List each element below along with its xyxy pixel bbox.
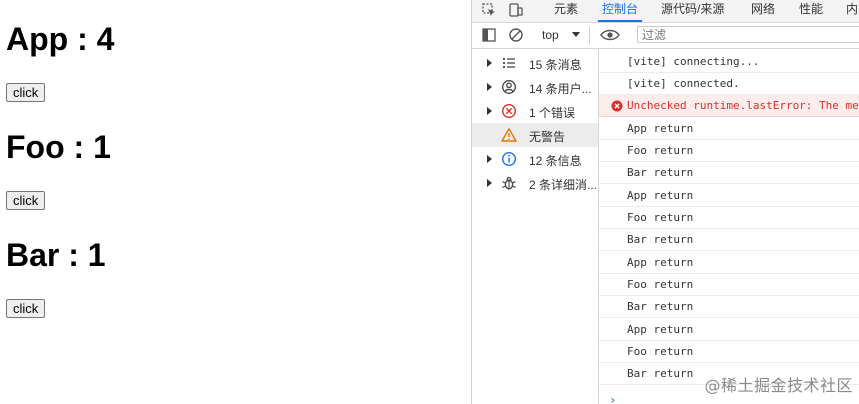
console-message[interactable]: App return xyxy=(599,252,859,274)
info-icon xyxy=(501,151,517,167)
console-message[interactable]: Foo return xyxy=(599,274,859,296)
sidebar-item-label: 1 个错误 xyxy=(529,106,576,120)
devtools-tabbar: 元素 控制台 源代码/来源 网络 性能 内 xyxy=(472,0,859,23)
app-click-button[interactable]: click xyxy=(6,83,46,102)
bug-icon xyxy=(502,176,516,190)
device-toolbar-icon[interactable] xyxy=(508,2,524,18)
expand-arrow-icon[interactable] xyxy=(487,59,492,67)
bar-click-button[interactable]: click xyxy=(6,299,46,318)
context-selector[interactable]: top xyxy=(542,26,559,44)
foo-click-button[interactable]: click xyxy=(6,191,46,210)
app-preview: App : 4 click Foo : 1 click Bar : 1 clic… xyxy=(0,0,471,404)
console-message[interactable]: Foo return xyxy=(599,341,859,363)
user-icon xyxy=(502,80,516,94)
inspect-element-icon[interactable] xyxy=(481,2,497,18)
eye-icon[interactable] xyxy=(600,27,620,43)
console-message[interactable]: Bar return xyxy=(599,162,859,184)
console-message[interactable]: App return xyxy=(599,185,859,207)
console-message[interactable]: App return xyxy=(599,319,859,341)
console-messages: [vite] connecting... [vite] connected. U… xyxy=(599,49,859,404)
filter-input[interactable] xyxy=(637,26,859,43)
sidebar-item-verbose[interactable]: 2 条详细消... xyxy=(472,171,598,195)
list-icon xyxy=(502,57,515,69)
error-icon xyxy=(611,100,623,112)
sidebar-item-warnings[interactable]: 无警告 xyxy=(472,123,598,147)
bar-counter-heading: Bar : 1 xyxy=(6,237,106,273)
console-prompt[interactable]: › xyxy=(609,393,616,404)
tab-console[interactable]: 控制台 xyxy=(598,0,643,22)
tab-sources[interactable]: 源代码/来源 xyxy=(661,0,724,22)
expand-arrow-icon[interactable] xyxy=(487,107,492,115)
console-message[interactable]: Foo return xyxy=(599,140,859,162)
console-message[interactable]: App return xyxy=(599,118,859,140)
tab-elements[interactable]: 元素 xyxy=(554,0,578,22)
expand-arrow-icon[interactable] xyxy=(487,83,492,91)
sidebar-item-label: 15 条消息 xyxy=(529,58,582,72)
sidebar-item-info[interactable]: 12 条信息 xyxy=(472,147,598,171)
tab-more[interactable]: 内 xyxy=(846,0,858,22)
sidebar-item-label: 12 条信息 xyxy=(529,154,582,168)
sidebar-toggle-icon[interactable] xyxy=(481,27,497,43)
console-message[interactable]: Bar return xyxy=(599,229,859,251)
console-message[interactable]: Bar return xyxy=(599,296,859,318)
console-error-message[interactable]: Unchecked runtime.lastError: The mes xyxy=(599,95,859,117)
app-counter-heading: App : 4 xyxy=(6,21,115,57)
sidebar-item-label: 无警告 xyxy=(529,130,566,144)
expand-arrow-icon[interactable] xyxy=(487,155,492,163)
console-toolbar: top xyxy=(472,23,859,49)
sidebar-item-user-messages[interactable]: 14 条用户... xyxy=(472,75,598,99)
chevron-down-icon xyxy=(572,32,580,37)
foo-counter-heading: Foo : 1 xyxy=(6,129,111,165)
devtools-panel: 元素 控制台 源代码/来源 网络 性能 内 top 过滤 15 条消息 14 条… xyxy=(471,0,859,404)
toolbar-divider xyxy=(589,27,590,44)
tab-performance[interactable]: 性能 xyxy=(799,0,823,22)
clear-console-icon[interactable] xyxy=(508,27,524,43)
sidebar-item-messages[interactable]: 15 条消息 xyxy=(472,51,598,75)
tab-network[interactable]: 网络 xyxy=(751,0,775,22)
console-message[interactable]: [vite] connected. xyxy=(599,73,859,95)
expand-arrow-icon[interactable] xyxy=(487,179,492,187)
sidebar-item-label: 14 条用户... xyxy=(529,82,592,96)
error-icon xyxy=(501,103,517,119)
console-message[interactable]: [vite] connecting... xyxy=(599,51,859,73)
console-sidebar: 15 条消息 14 条用户... 1 个错误 无警告 12 条信息 2 条详细消… xyxy=(472,49,599,404)
watermark: @稀土掘金技术社区 xyxy=(704,376,853,395)
warning-icon xyxy=(501,128,517,142)
sidebar-item-errors[interactable]: 1 个错误 xyxy=(472,99,598,123)
sidebar-item-label: 2 条详细消... xyxy=(529,178,598,192)
console-message[interactable]: Foo return xyxy=(599,207,859,229)
